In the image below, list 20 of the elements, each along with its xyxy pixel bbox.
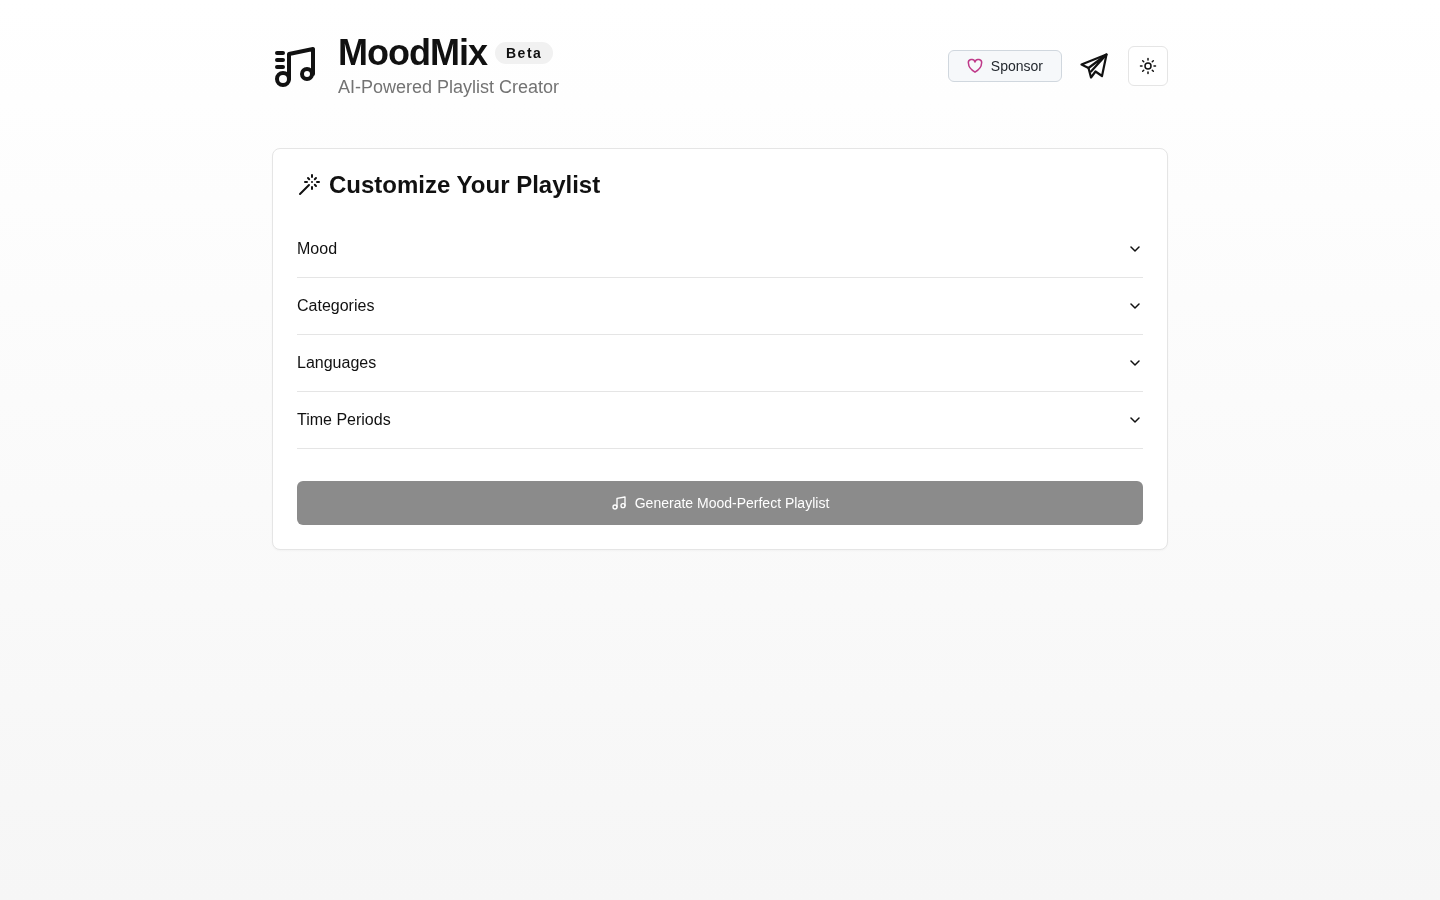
music-note-icon <box>610 495 627 511</box>
theme-toggle-button[interactable] <box>1128 46 1168 86</box>
accordion-header[interactable]: Categories <box>297 278 1143 334</box>
magic-wand-icon <box>297 173 321 197</box>
chevron-icon <box>1130 360 1140 366</box>
app-subtitle: AI-Powered Playlist Creator <box>338 76 560 99</box>
sun-icon <box>1139 57 1157 75</box>
beta-badge: Beta <box>495 42 554 64</box>
music-note-logo-icon <box>274 44 318 88</box>
card-title: Customize Your Playlist <box>329 173 601 197</box>
accordion-header[interactable]: Languages <box>297 335 1143 391</box>
accordion-header[interactable]: Time Periods <box>297 392 1143 448</box>
app-title: MoodMix <box>338 33 487 73</box>
accordion-header[interactable]: Mood <box>297 221 1143 277</box>
heart-icon <box>966 58 983 74</box>
paper-plane-icon[interactable] <box>1080 53 1108 79</box>
chevron-icon <box>1130 246 1140 252</box>
chevron-icon <box>1130 417 1140 423</box>
chevron-icon <box>1130 303 1140 309</box>
sponsor-button[interactable]: Sponsor <box>947 50 1062 82</box>
